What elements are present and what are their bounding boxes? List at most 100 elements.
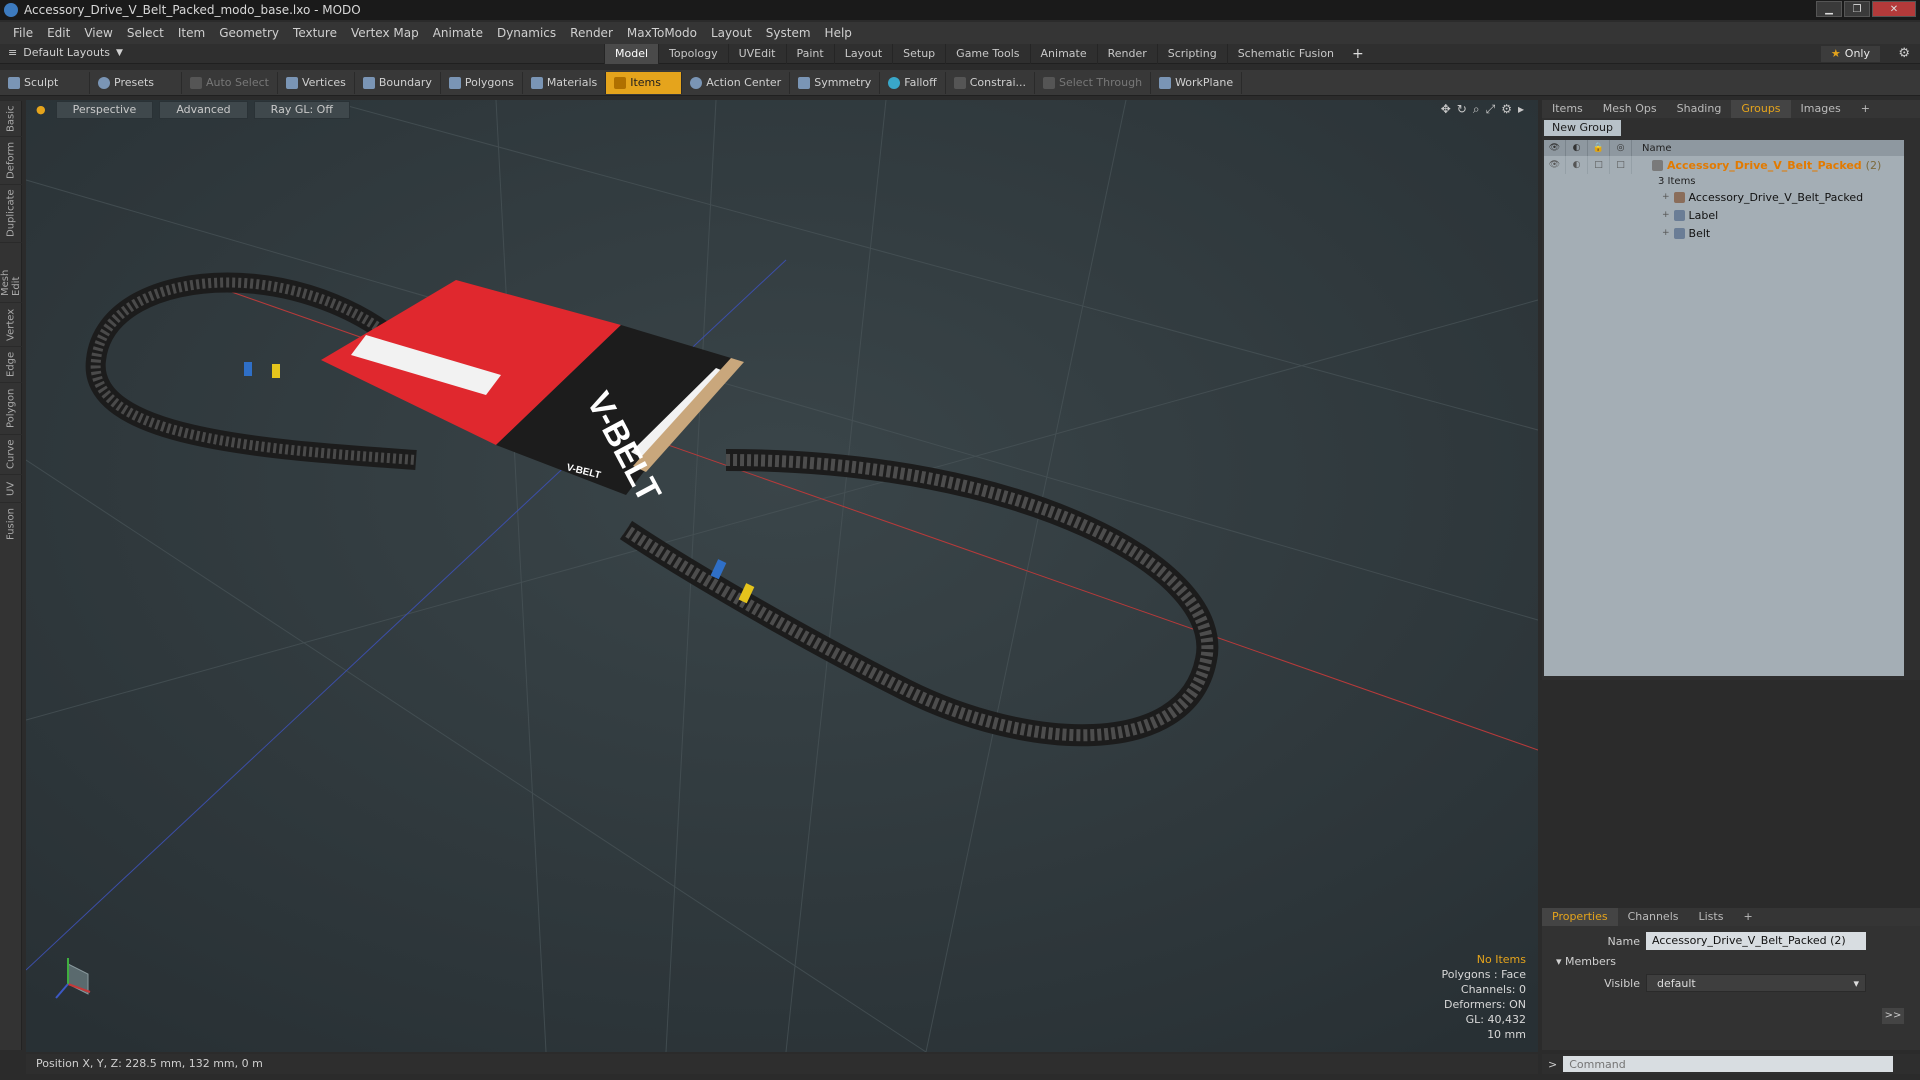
- tab-uvedit[interactable]: UVEdit: [727, 44, 786, 64]
- tab-render[interactable]: Render: [1096, 44, 1157, 64]
- presets-button[interactable]: Presets: [90, 71, 182, 94]
- vertices-button[interactable]: Vertices: [278, 71, 355, 94]
- child-name: Belt: [1688, 226, 1711, 240]
- menu-dynamics[interactable]: Dynamics: [490, 22, 563, 44]
- materials-button[interactable]: Materials: [523, 71, 607, 94]
- menu-view[interactable]: View: [77, 22, 119, 44]
- visible-row: Visible default ▾: [1542, 972, 1920, 994]
- group-count: (2): [1865, 158, 1882, 172]
- layout-dropdown[interactable]: ≡ Default Layouts ▼: [8, 46, 123, 59]
- tab-scripting[interactable]: Scripting: [1156, 44, 1227, 64]
- tab-animate[interactable]: Animate: [1029, 44, 1097, 64]
- play-icon[interactable]: ▸: [1518, 102, 1524, 117]
- menu-select[interactable]: Select: [120, 22, 171, 44]
- boundary-button[interactable]: Boundary: [355, 71, 441, 94]
- 3d-viewport[interactable]: V-BELT V-BELT ● Perspective Advanced Ray…: [26, 100, 1538, 1052]
- tree-header: 👁 ◐ 🔒 ◎ Name: [1544, 140, 1904, 156]
- falloff-button[interactable]: Falloff: [880, 71, 946, 94]
- add-properties-tab-icon[interactable]: +: [1733, 908, 1762, 926]
- only-button[interactable]: ★ Only: [1820, 46, 1880, 62]
- tab-schematic-fusion[interactable]: Schematic Fusion: [1226, 44, 1344, 64]
- rotate-icon[interactable]: ↻: [1457, 102, 1467, 117]
- tab-layout[interactable]: Layout: [833, 44, 892, 64]
- menu-render[interactable]: Render: [563, 22, 620, 44]
- name-field[interactable]: Accessory_Drive_V_Belt_Packed (2): [1646, 932, 1866, 950]
- vtab-duplicate[interactable]: Duplicate: [0, 184, 22, 242]
- pan-icon[interactable]: ✥: [1441, 102, 1451, 117]
- menu-animate[interactable]: Animate: [426, 22, 490, 44]
- tab-groups[interactable]: Groups: [1731, 100, 1791, 118]
- constrain-button[interactable]: Constrai...: [946, 71, 1035, 94]
- menu-vertex-map[interactable]: Vertex Map: [344, 22, 426, 44]
- render-column-icon[interactable]: ◐: [1566, 140, 1588, 156]
- vtab-deform[interactable]: Deform: [0, 136, 22, 184]
- tab-channels[interactable]: Channels: [1618, 908, 1689, 926]
- menu-maxtomodo[interactable]: MaxToModo: [620, 22, 704, 44]
- menu-texture[interactable]: Texture: [286, 22, 344, 44]
- auto-select-icon: [190, 76, 202, 89]
- tree-row-item[interactable]: + Label: [1544, 206, 1904, 224]
- tree-row-item[interactable]: + Belt: [1544, 224, 1904, 242]
- action-center-button[interactable]: Action Center: [682, 71, 791, 94]
- polygons-button[interactable]: Polygons: [441, 71, 523, 94]
- tab-shading[interactable]: Shading: [1667, 100, 1732, 118]
- menu-file[interactable]: File: [6, 22, 40, 44]
- tab-game-tools[interactable]: Game Tools: [945, 44, 1029, 64]
- falloff-label: Falloff: [904, 76, 937, 89]
- vtab-polygon[interactable]: Polygon: [0, 382, 22, 434]
- tab-paint[interactable]: Paint: [785, 44, 834, 64]
- tab-lists[interactable]: Lists: [1689, 908, 1734, 926]
- viewport-gear-icon[interactable]: ⚙: [1501, 102, 1512, 117]
- add-panel-tab-icon[interactable]: +: [1851, 100, 1880, 118]
- vtab-vertex[interactable]: Vertex: [0, 302, 22, 346]
- auto-select-button[interactable]: Auto Select: [182, 71, 278, 94]
- vtab-curve[interactable]: Curve: [0, 434, 22, 474]
- tree-branch-icon: +: [1662, 192, 1670, 202]
- zoom-icon[interactable]: ⌕: [1473, 102, 1480, 117]
- visibility-column-icon[interactable]: 👁: [1544, 140, 1566, 156]
- items-button[interactable]: Items: [606, 71, 683, 94]
- tab-mesh-ops[interactable]: Mesh Ops: [1593, 100, 1667, 118]
- fit-icon[interactable]: ⤢: [1486, 102, 1496, 117]
- vtab-fusion[interactable]: Fusion: [0, 502, 22, 546]
- tab-topology[interactable]: Topology: [658, 44, 728, 64]
- tab-properties[interactable]: Properties: [1542, 908, 1618, 926]
- vtab-mesh-edit[interactable]: Mesh Edit: [0, 242, 22, 302]
- menu-geometry[interactable]: Geometry: [212, 22, 286, 44]
- members-section[interactable]: ▾ Members: [1542, 952, 1920, 972]
- viewport-options-icon[interactable]: ●: [32, 102, 50, 118]
- visible-dropdown[interactable]: default ▾: [1646, 974, 1866, 992]
- tab-model[interactable]: Model: [604, 44, 659, 64]
- view-mode-button[interactable]: Perspective: [55, 101, 154, 119]
- symmetry-button[interactable]: Symmetry: [790, 71, 881, 94]
- add-tab-icon[interactable]: +: [1344, 44, 1372, 64]
- tab-items[interactable]: Items: [1542, 100, 1593, 118]
- minimize-icon[interactable]: ▁: [1816, 1, 1842, 17]
- vtab-edge[interactable]: Edge: [0, 346, 22, 382]
- select-column-icon[interactable]: ◎: [1610, 140, 1632, 156]
- tree-row-item[interactable]: + Accessory_Drive_V_Belt_Packed: [1544, 188, 1904, 206]
- tab-setup[interactable]: Setup: [892, 44, 945, 64]
- workplane-button[interactable]: WorkPlane: [1151, 71, 1243, 94]
- menu-system[interactable]: System: [759, 22, 818, 44]
- command-bar: >: [1542, 1054, 1920, 1074]
- lock-column-icon[interactable]: 🔒: [1588, 140, 1610, 156]
- raygl-button[interactable]: Ray GL: Off: [253, 101, 350, 119]
- select-through-button[interactable]: Select Through: [1035, 71, 1152, 94]
- shading-mode-button[interactable]: Advanced: [159, 101, 248, 119]
- tab-images[interactable]: Images: [1791, 100, 1851, 118]
- close-icon[interactable]: ✕: [1872, 1, 1916, 17]
- gear-icon[interactable]: ⚙: [1898, 46, 1910, 61]
- menu-item[interactable]: Item: [171, 22, 212, 44]
- vtab-uv[interactable]: UV: [0, 474, 22, 502]
- menu-layout[interactable]: Layout: [704, 22, 759, 44]
- new-group-button[interactable]: New Group: [1544, 120, 1621, 136]
- menu-help[interactable]: Help: [818, 22, 859, 44]
- vtab-basic[interactable]: Basic: [0, 100, 22, 136]
- title-bar: Accessory_Drive_V_Belt_Packed_modo_base.…: [0, 0, 1920, 20]
- command-input[interactable]: [1563, 1056, 1894, 1072]
- more-button[interactable]: >>: [1882, 1008, 1904, 1024]
- maximize-icon[interactable]: ❐: [1844, 1, 1870, 17]
- menu-edit[interactable]: Edit: [40, 22, 77, 44]
- sculpt-button[interactable]: Sculpt: [0, 71, 90, 94]
